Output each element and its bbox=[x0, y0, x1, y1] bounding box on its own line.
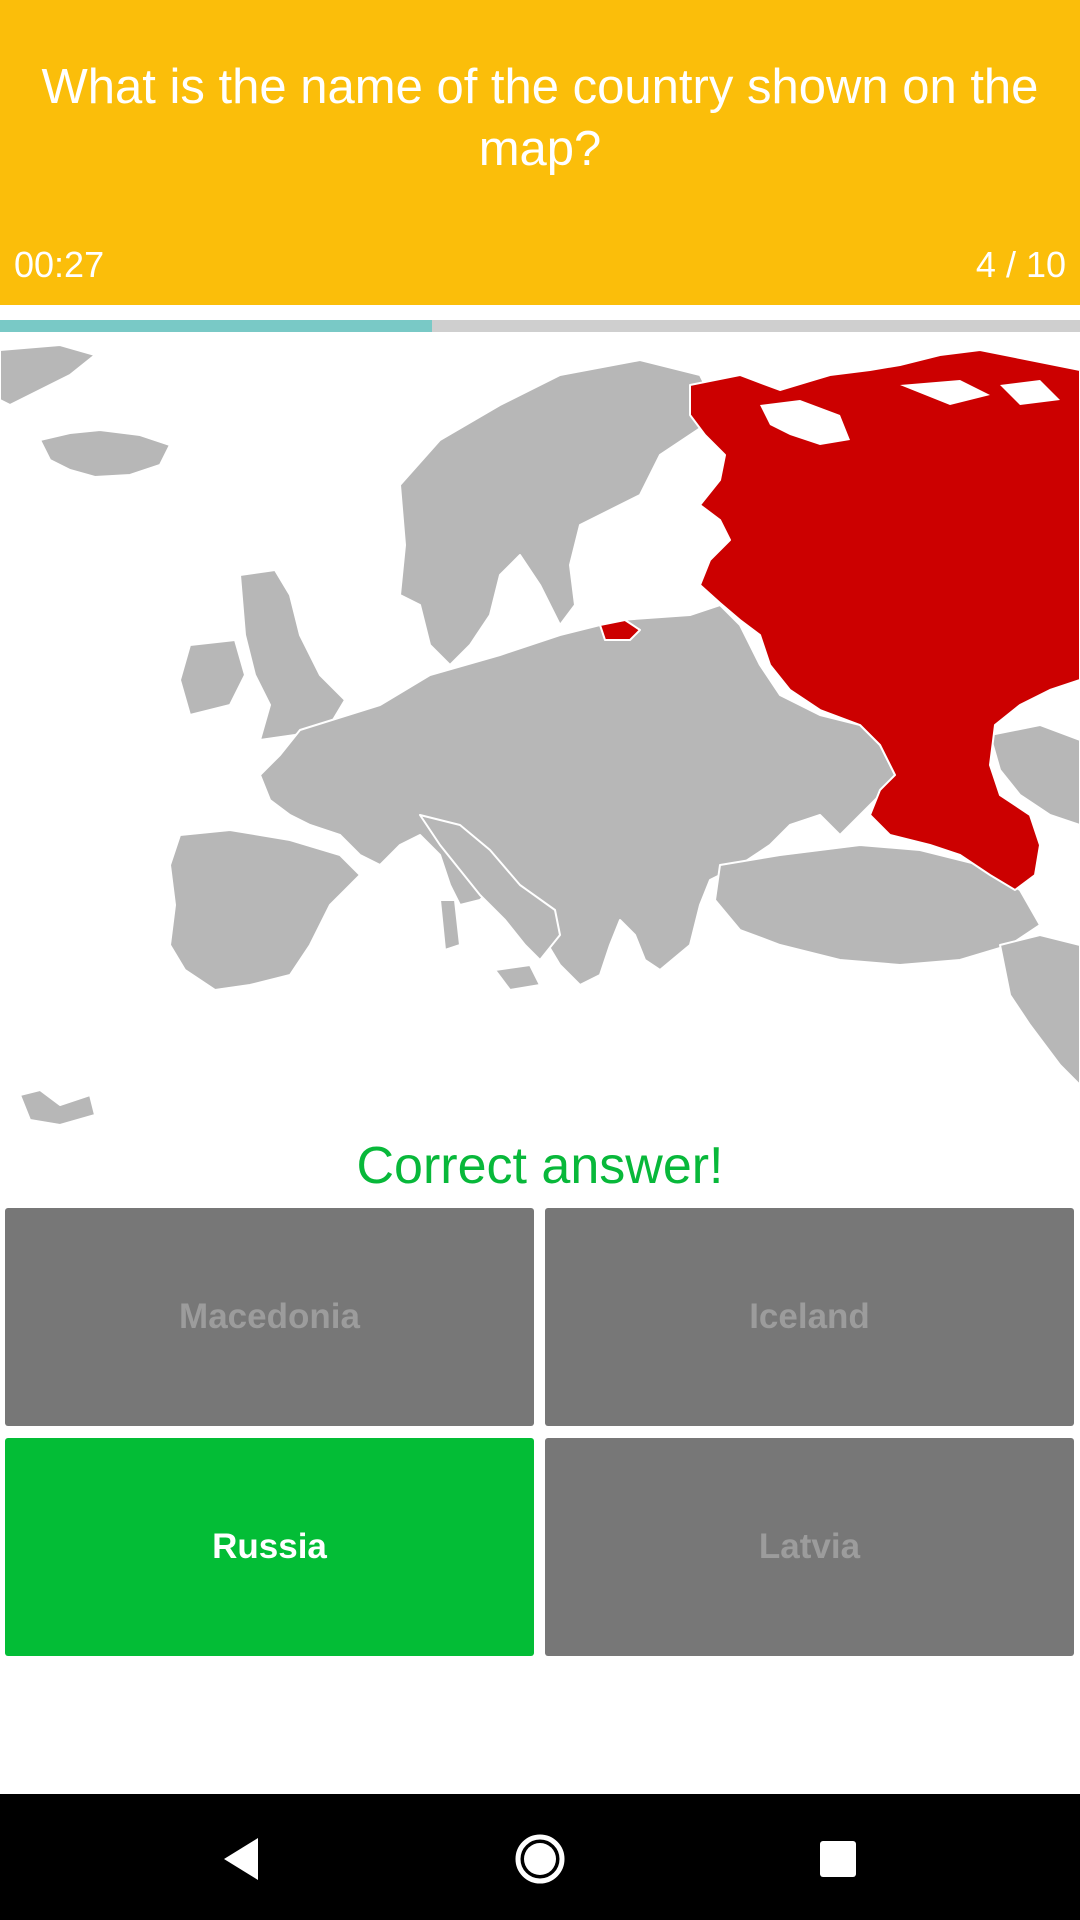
back-icon[interactable] bbox=[206, 1824, 276, 1894]
europe-map bbox=[0, 345, 1080, 1126]
sardinia-shape bbox=[439, 899, 461, 951]
middle-east-shape bbox=[999, 934, 1080, 1086]
question-counter: 4 / 10 bbox=[975, 244, 1066, 285]
answer-button-russia[interactable]: Russia bbox=[5, 1438, 534, 1656]
timer: 00:27 bbox=[14, 244, 105, 285]
ireland-shape bbox=[179, 639, 246, 716]
question-text: What is the name of the country shown on… bbox=[41, 60, 1039, 176]
answer-button-latvia[interactable]: Latvia bbox=[545, 1438, 1074, 1656]
greenland-shape bbox=[0, 345, 96, 406]
home-icon[interactable] bbox=[505, 1824, 575, 1894]
system-nav-bar bbox=[0, 1794, 1080, 1920]
africa-islands-shape bbox=[19, 1089, 96, 1126]
progress-bar bbox=[0, 320, 1080, 332]
uk-shape bbox=[239, 569, 346, 741]
iceland-shape bbox=[39, 429, 171, 478]
progress-fill bbox=[0, 320, 432, 332]
answer-button-iceland[interactable]: Iceland bbox=[545, 1208, 1074, 1426]
sicily-shape bbox=[494, 964, 541, 991]
question-header: What is the name of the country shown on… bbox=[0, 0, 1080, 305]
answer-button-macedonia[interactable]: Macedonia bbox=[5, 1208, 534, 1426]
iberia-shape bbox=[169, 829, 361, 991]
recents-icon[interactable] bbox=[803, 1824, 873, 1894]
feedback-message: Correct answer! bbox=[356, 1137, 724, 1195]
